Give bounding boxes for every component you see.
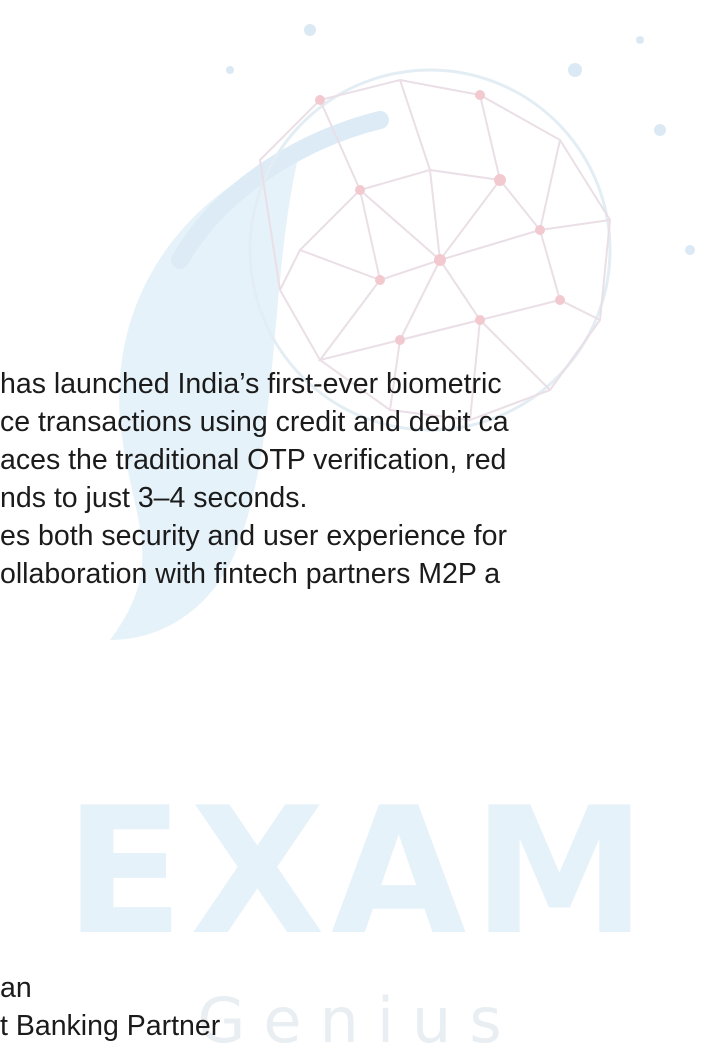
footer-line-2: t Banking Partner (0, 1010, 221, 1042)
article-line-3: aces the traditional OTP verification, r… (0, 444, 507, 476)
article-line-6: ollaboration with fintech partners M2P a (0, 558, 501, 590)
article-line-1: has launched India’s first-ever biometri… (0, 368, 502, 400)
article-line-4: nds to just 3–4 seconds. (0, 482, 308, 514)
article-body: has launched India’s first-ever biometri… (0, 0, 717, 1058)
footer-line-1: an (0, 972, 32, 1004)
article-line-5: es both security and user experience for (0, 520, 507, 552)
article-line-2: ce transactions using credit and debit c… (0, 406, 509, 438)
